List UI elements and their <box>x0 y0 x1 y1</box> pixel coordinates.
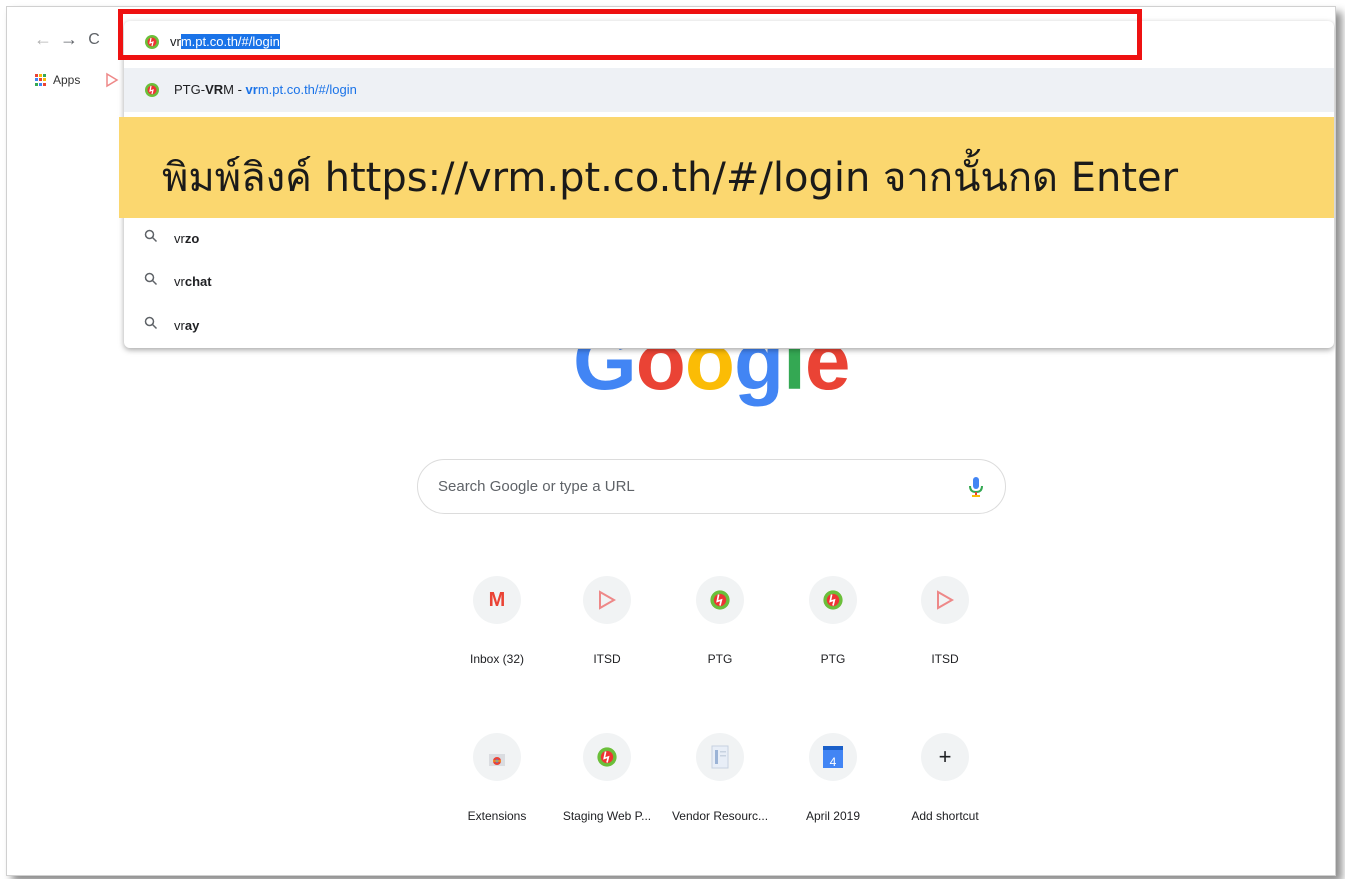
shortcut-label: PTG <box>820 652 846 666</box>
shortcut-label: Add shortcut <box>911 809 979 823</box>
play-icon <box>583 576 631 624</box>
shortcut-tile[interactable]: PTG <box>778 576 888 666</box>
microphone-icon[interactable] <box>969 476 983 498</box>
play-icon[interactable] <box>105 72 119 88</box>
shortcut-label: PTG <box>707 652 733 666</box>
shortcut-tile[interactable]: Vendor Resourc... <box>665 733 775 823</box>
shortcut-tile[interactable]: M Inbox (32) <box>442 576 552 666</box>
shortcut-label: Extensions <box>467 809 527 823</box>
apps-grid-icon <box>35 74 47 86</box>
logo-letter: l <box>783 349 806 407</box>
shortcut-label: ITSD <box>593 652 621 666</box>
plus-icon: + <box>921 733 969 781</box>
apps-label: Apps <box>53 73 81 87</box>
logo-letter: o <box>635 349 686 407</box>
shortcut-label: Vendor Resourc... <box>671 809 769 823</box>
search-icon <box>144 272 158 286</box>
shortcut-tile[interactable]: ITSD <box>890 576 1000 666</box>
google-logo: Google <box>567 349 867 429</box>
instruction-banner: พิมพ์ลิงค์ https://vrm.pt.co.th/#/login … <box>119 117 1334 218</box>
logo-letter: g <box>733 349 784 407</box>
gmail-icon: M <box>473 576 521 624</box>
suggestion-item[interactable]: vray <box>124 308 1334 348</box>
search-icon <box>144 316 158 330</box>
bookmark-apps[interactable]: Apps <box>35 73 80 87</box>
ptg-icon <box>583 733 631 781</box>
search-placeholder: Search Google or type a URL <box>438 478 635 495</box>
shortcut-label: April 2019 <box>805 809 861 823</box>
suggestion-text: PTG-VRM - vrm.pt.co.th/#/login <box>174 82 357 97</box>
logo-letter: G <box>573 349 637 407</box>
back-arrow-icon[interactable]: ← <box>33 29 53 50</box>
instruction-text: พิมพ์ลิงค์ https://vrm.pt.co.th/#/login … <box>162 155 1179 201</box>
shortcut-tile[interactable]: 4 April 2019 <box>778 733 888 823</box>
ptg-icon <box>809 576 857 624</box>
shortcut-tile[interactable]: Staging Web P... <box>552 733 662 823</box>
reload-icon[interactable]: C <box>84 31 104 49</box>
shortcut-label: ITSD <box>931 652 959 666</box>
calendar-icon: 4 <box>809 733 857 781</box>
chrome-store-icon <box>473 733 521 781</box>
suggestion-item[interactable]: vrzo <box>124 221 1334 261</box>
logo-letter: o <box>684 349 735 407</box>
forward-arrow-icon[interactable]: → <box>59 29 79 50</box>
play-icon <box>921 576 969 624</box>
document-icon <box>696 733 744 781</box>
google-search-box[interactable]: Search Google or type a URL <box>417 459 1006 514</box>
suggestion-ptg-vrm[interactable]: PTG-VRM - vrm.pt.co.th/#/login <box>124 68 1334 112</box>
shortcut-tile[interactable]: ITSD <box>552 576 662 666</box>
suggestion-item[interactable]: vrchat <box>124 264 1334 304</box>
ptg-icon <box>145 83 159 97</box>
shortcut-tile[interactable]: + Add shortcut <box>890 733 1000 823</box>
highlight-box <box>118 9 1142 60</box>
shortcut-label: Inbox (32) <box>469 652 525 666</box>
ptg-icon <box>696 576 744 624</box>
search-icon <box>144 229 158 243</box>
shortcut-tile[interactable]: PTG <box>665 576 775 666</box>
logo-letter: e <box>804 349 851 407</box>
shortcut-tile[interactable]: Extensions <box>442 733 552 823</box>
shortcut-label: Staging Web P... <box>562 809 652 823</box>
